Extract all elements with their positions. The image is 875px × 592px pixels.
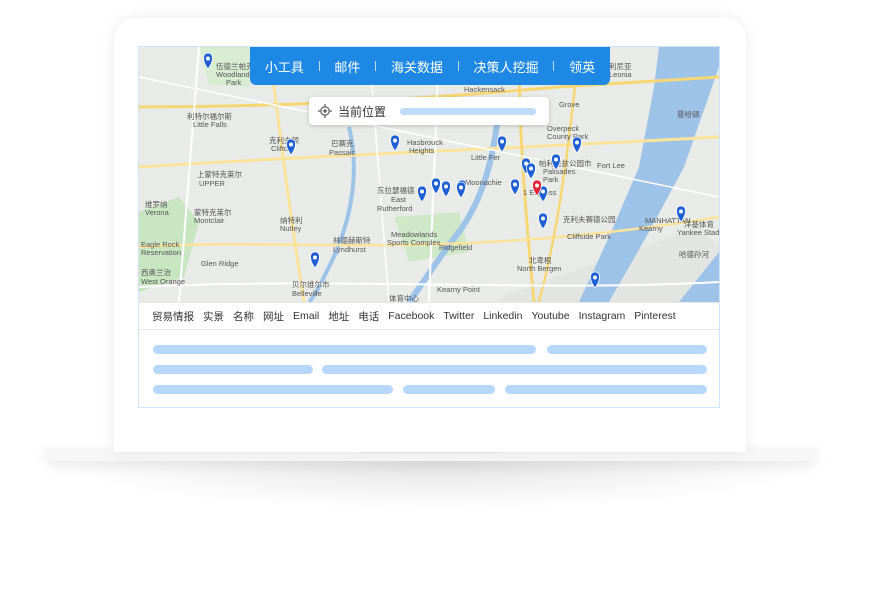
- column-header[interactable]: Email: [293, 310, 319, 322]
- column-header[interactable]: Youtube: [531, 310, 569, 322]
- column-header[interactable]: Twitter: [443, 310, 474, 322]
- map-label: Passaic: [329, 148, 356, 157]
- map-label: 贝尔维尔市: [292, 279, 330, 289]
- map-label: Heights: [409, 146, 435, 155]
- nav-linkedin[interactable]: 领英: [569, 57, 595, 76]
- map-label: 东拉瑟福德: [377, 185, 415, 195]
- app-screen: 伍德兰帕克 Woodland Park 利特尔福尔斯 Little Falls …: [138, 46, 720, 408]
- placeholder-bar: [153, 345, 536, 354]
- column-header-bar: 贸易情报 实景 名称 网址 Email 地址 电话 Facebook Twitter Linked…: [139, 302, 719, 330]
- map-label: 体育中心: [389, 293, 419, 302]
- map-view[interactable]: 伍德兰帕克 Woodland Park 利特尔福尔斯 Little Falls …: [139, 47, 719, 302]
- column-header[interactable]: Linkedin: [483, 310, 522, 322]
- nav-customs-data[interactable]: 海关数据: [391, 57, 443, 76]
- map-label: West Orange: [141, 277, 185, 286]
- map-label: Yankee Stadium: [677, 228, 719, 237]
- location-label: 当前位置: [338, 104, 387, 119]
- map-label: Nutley: [280, 224, 302, 233]
- map-label: 西奥兰治: [141, 267, 171, 277]
- map-label: 克利夫赛德公园: [563, 214, 616, 224]
- column-header[interactable]: 名称: [233, 309, 254, 324]
- location-input[interactable]: [400, 107, 537, 115]
- map-label: 上蒙特克莱尔: [197, 169, 242, 179]
- nav-divider: [457, 61, 459, 71]
- top-nav: 小工具 邮件 海关数据 决策人挖掘 领英: [250, 47, 610, 85]
- map-label: 曼哈顿: [677, 109, 700, 119]
- placeholder-bar: [547, 345, 707, 354]
- map-label: Little Falls: [193, 120, 227, 129]
- nav-divider: [318, 61, 320, 71]
- map-label: Montclair: [194, 216, 225, 225]
- map-label: Reservation: [141, 248, 181, 257]
- map-label: County Park: [547, 132, 589, 141]
- placeholder-bar: [403, 385, 495, 394]
- column-header[interactable]: Pinterest: [634, 310, 675, 322]
- map-label: Belleville: [292, 289, 322, 298]
- map-label: Hackensack: [464, 85, 505, 94]
- map-label: Park: [226, 78, 242, 87]
- map-label: Moonachie: [465, 178, 502, 187]
- column-header[interactable]: Facebook: [388, 310, 434, 322]
- placeholder-bar: [153, 365, 313, 374]
- map-label: East: [391, 195, 407, 204]
- nav-mail[interactable]: 邮件: [334, 57, 360, 76]
- map-label: Kearny: [639, 224, 663, 233]
- column-header[interactable]: Instagram: [579, 310, 626, 322]
- column-header[interactable]: 地址: [328, 309, 349, 324]
- map-label: Sports Complex: [387, 238, 441, 247]
- map-label: Grove: [559, 100, 579, 109]
- nav-divider: [553, 61, 555, 71]
- map-label: North Bergen: [517, 264, 562, 273]
- column-header[interactable]: 电话: [358, 309, 379, 324]
- map-label: Lyndhurst: [333, 245, 367, 254]
- nav-tools[interactable]: 小工具: [265, 57, 304, 76]
- placeholder-bar: [153, 385, 393, 394]
- map-label: Ridgefield: [439, 243, 472, 252]
- location-box: 当前位置: [309, 97, 549, 125]
- map-label: Little Fer: [471, 153, 501, 162]
- map-canvas[interactable]: 伍德兰帕克 Woodland Park 利特尔福尔斯 Little Falls …: [139, 47, 719, 302]
- crosshair-icon[interactable]: [318, 104, 332, 118]
- map-label: 哈德孙河: [679, 249, 709, 259]
- map-label: Leonia: [609, 70, 632, 79]
- nav-decision-maker[interactable]: 决策人挖掘: [474, 57, 539, 76]
- nav-divider: [375, 61, 377, 71]
- map-label: 巴赛克: [331, 138, 354, 148]
- map-label: Kearny Point: [437, 285, 481, 294]
- placeholder-bar: [322, 365, 707, 374]
- placeholder-bar: [505, 385, 707, 394]
- map-label: Glen Ridge: [201, 259, 239, 268]
- map-label: 林德赫斯特: [333, 235, 371, 245]
- map-label: UPPER: [199, 179, 225, 188]
- column-header[interactable]: 实景: [203, 309, 224, 324]
- map-label: Park: [543, 175, 559, 184]
- map-label: Rutherford: [377, 204, 412, 213]
- column-header[interactable]: 网址: [263, 309, 284, 324]
- column-header[interactable]: 贸易情报: [152, 309, 194, 324]
- map-label: Fort Lee: [597, 161, 625, 170]
- map-label: Cliffside Park: [567, 232, 611, 241]
- map-label: Verona: [145, 208, 170, 217]
